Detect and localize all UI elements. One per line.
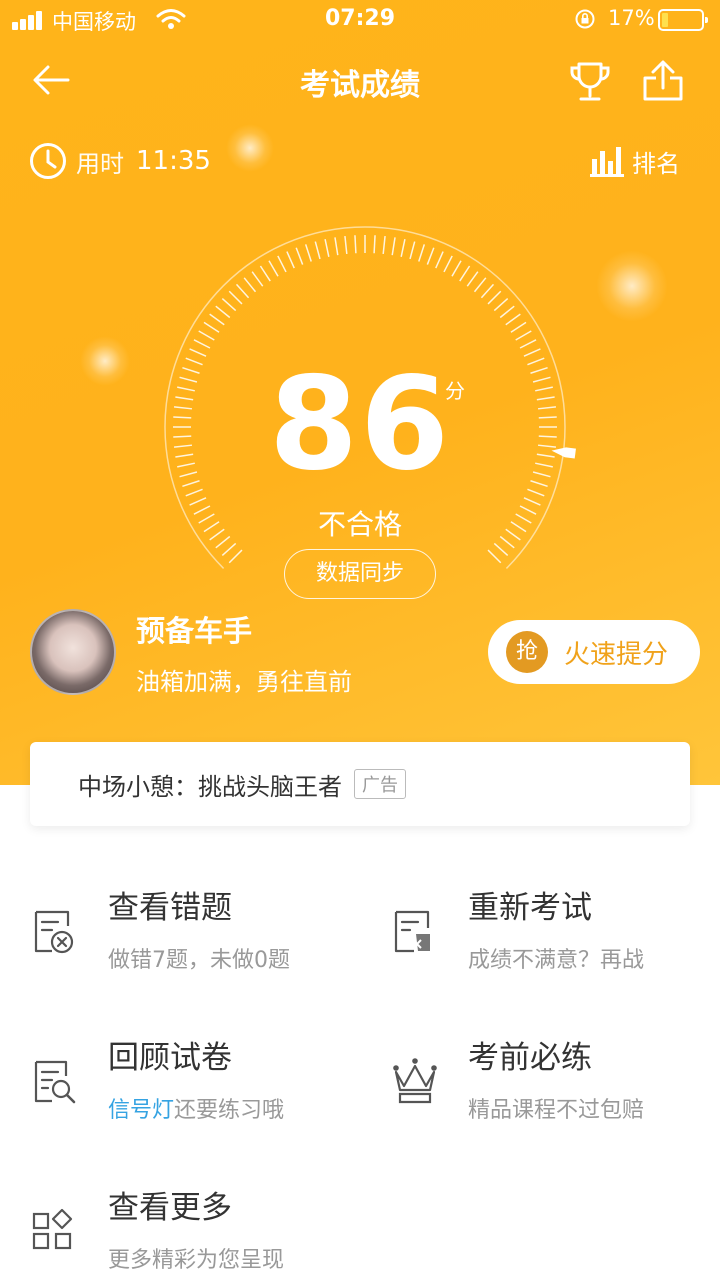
gauge-tick xyxy=(480,283,495,299)
trophy-icon[interactable] xyxy=(566,58,614,106)
gauge-tick xyxy=(466,271,479,287)
ad-text: 中场小憩：挑战头脑王者 xyxy=(78,772,342,801)
gauge-tick xyxy=(295,247,304,265)
gauge-tick xyxy=(344,235,348,255)
rotation-lock-icon xyxy=(575,9,595,29)
wrong-questions-icon xyxy=(34,910,74,954)
gauge-tick xyxy=(487,549,502,564)
user-slogan: 油箱加满，勇往直前 xyxy=(136,668,352,696)
menu-title: 考前必练 xyxy=(468,1040,592,1076)
gauge-tick xyxy=(459,265,471,282)
gauge-tick xyxy=(235,283,250,299)
menu-subtitle: 更多精彩为您呈现 xyxy=(108,1248,285,1273)
subtitle-rest: 还要练习哦 xyxy=(174,1098,285,1123)
rank-button[interactable]: 排名 xyxy=(590,140,680,182)
gauge-tick xyxy=(418,244,426,262)
gauge-tick xyxy=(251,271,264,287)
gauge-tick xyxy=(334,237,339,256)
bar-chart-icon xyxy=(590,147,624,177)
gauge-tick xyxy=(451,260,462,277)
gauge-tick xyxy=(391,237,396,256)
elapsed-time: 用时 11:35 xyxy=(28,140,211,182)
retake-exam-icon xyxy=(394,910,430,953)
gauge-tick xyxy=(228,549,243,564)
gauge-tick xyxy=(515,330,532,341)
gauge-tick xyxy=(519,339,537,349)
ad-tag: 广告 xyxy=(354,769,406,799)
boost-score-button[interactable]: 抢 火速提分 xyxy=(488,620,700,684)
menu-subtitle: 成绩不满意？再战 xyxy=(468,948,645,973)
crown-icon xyxy=(393,1058,437,1104)
highlight-keyword[interactable]: 信号灯 xyxy=(108,1098,174,1123)
gauge-tick xyxy=(426,247,435,265)
gauge-tick xyxy=(443,255,453,273)
boost-label: 火速提分 xyxy=(564,639,669,670)
user-name: 预备车手 xyxy=(136,614,253,648)
gauge-tick xyxy=(354,235,357,254)
gauge-tick xyxy=(304,244,312,262)
gauge-tick xyxy=(435,251,444,269)
gauge-tick xyxy=(286,251,295,269)
ad-banner[interactable]: 中场小憩：挑战头脑王者 广告 xyxy=(30,742,690,826)
menu-review-paper[interactable]: 回顾试卷 信号灯还要练习哦 xyxy=(30,1032,360,1162)
menu-view-wrong-questions[interactable]: 查看错题 做错7题，未做0题 xyxy=(30,882,360,1012)
gauge-tick xyxy=(268,260,279,277)
menu-subtitle: 信号灯还要练习哦 xyxy=(108,1092,284,1124)
battery-percent: 17% xyxy=(608,6,655,30)
pass-status: 不合格 xyxy=(317,508,402,541)
gauge-tick xyxy=(215,305,231,319)
more-apps-icon xyxy=(32,1208,73,1250)
time-value: 11:35 xyxy=(136,146,211,176)
menu-retake-exam[interactable]: 重新考试 成绩不满意？再战 xyxy=(390,882,720,1012)
gauge-tick xyxy=(259,265,271,282)
status-bar: 中国移动 07:29 17% xyxy=(0,0,720,40)
clock-icon xyxy=(30,143,66,179)
menu-subtitle: 精品课程不过包赔 xyxy=(468,1098,645,1123)
menu-title: 查看更多 xyxy=(108,1190,232,1226)
gauge-tick xyxy=(499,305,515,319)
gauge-tick xyxy=(487,290,502,305)
review-paper-icon xyxy=(34,1060,76,1104)
time-label: 用时 xyxy=(76,149,124,178)
battery-icon xyxy=(658,9,708,31)
gauge-tick xyxy=(400,239,406,257)
gauge-tick xyxy=(473,277,487,293)
menu-view-more[interactable]: 查看更多 更多精彩为您呈现 xyxy=(30,1182,360,1280)
gauge-tick xyxy=(324,239,330,257)
gauge-tick xyxy=(193,339,211,349)
gauge-tick xyxy=(221,542,237,557)
gauge-tick xyxy=(221,297,237,312)
score-unit: 分 xyxy=(445,379,465,403)
menu-pre-exam-practice[interactable]: 考前必练 精品课程不过包赔 xyxy=(390,1032,720,1162)
gauge-tick xyxy=(382,235,386,255)
gauge-tick xyxy=(209,313,225,326)
gauge-tick xyxy=(505,313,521,326)
gauge-tick xyxy=(373,235,376,254)
gauge-tick xyxy=(314,241,321,260)
gauge-tick xyxy=(277,255,287,273)
gauge-tick xyxy=(510,321,527,333)
gauge-tick xyxy=(243,277,257,293)
grab-badge: 抢 xyxy=(506,631,548,673)
rank-label: 排名 xyxy=(632,149,680,178)
light-glow xyxy=(226,124,274,172)
light-glow xyxy=(596,250,668,322)
score-value: 86 xyxy=(268,350,452,499)
score-header: 中国移动 07:29 17% 考试成绩 用时 11:35 排名 86 分 不合格… xyxy=(0,0,720,785)
avatar[interactable] xyxy=(30,609,116,695)
gauge-tick xyxy=(203,321,220,333)
menu-subtitle: 做错7题，未做0题 xyxy=(108,948,290,973)
share-icon[interactable] xyxy=(640,58,686,104)
menu-title: 重新考试 xyxy=(468,890,592,926)
gauge-tick xyxy=(409,241,416,260)
gauge-tick xyxy=(198,330,215,341)
menu-title: 回顾试卷 xyxy=(108,1040,232,1076)
gauge-tick xyxy=(493,297,509,312)
gauge-tick xyxy=(228,290,243,305)
gauge-tick xyxy=(493,542,509,557)
menu-title: 查看错题 xyxy=(108,890,232,926)
data-sync-button[interactable]: 数据同步 xyxy=(284,549,436,599)
